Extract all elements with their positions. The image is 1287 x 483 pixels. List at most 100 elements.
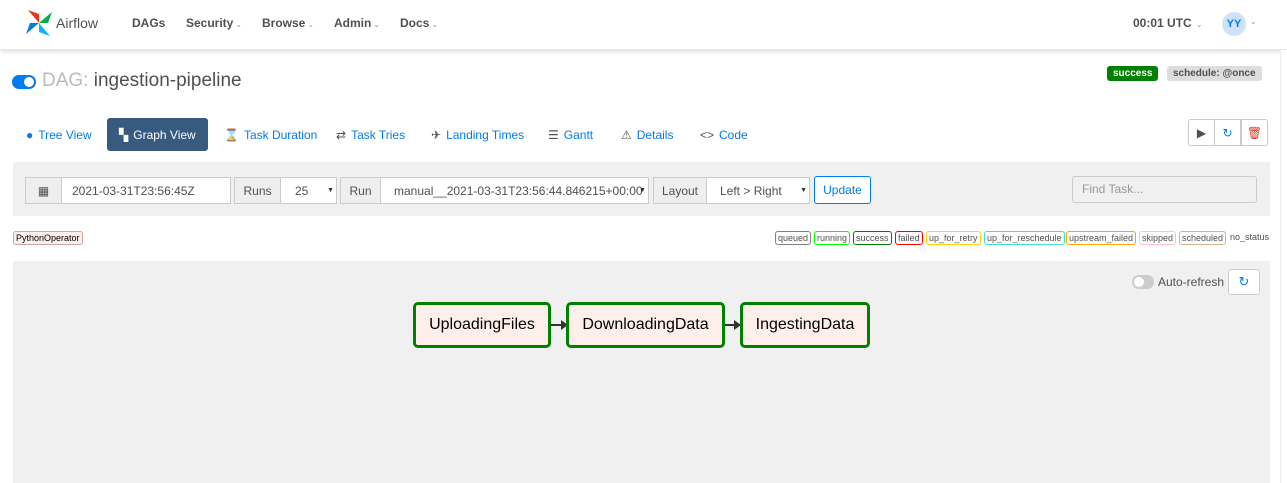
caret-down-icon: ▼ — [800, 187, 807, 194]
status-badge: success — [1107, 66, 1159, 81]
warning-triangle-icon: ⚠ — [621, 127, 632, 142]
graph-refresh-button[interactable]: ↻ — [1228, 269, 1260, 295]
state-legend-success: success — [853, 231, 892, 245]
task-node-downloadingdata[interactable]: DownloadingData — [566, 302, 725, 348]
chevron-down-icon: ⌄ — [373, 20, 381, 29]
utc-time: 00:01 UTC — [1133, 16, 1192, 30]
top-navbar: Airflow DAGs Security ⌄ Browse ⌄ Admin ⌄ Do… — [0, 0, 1287, 50]
state-legend-running: running — [814, 231, 851, 245]
nav-docs[interactable]: Docs ⌄ — [400, 16, 438, 30]
task-edge — [725, 324, 734, 326]
state-legend-up-for-retry: up_for_retry — [926, 231, 981, 245]
tree-icon: ● — [26, 127, 34, 142]
page-title: DAG: ingestion-pipeline — [42, 70, 242, 92]
base-date-input[interactable]: 2021-03-31T23:56:45Z — [61, 177, 231, 204]
delete-dag-button[interactable]: 🗑 — [1241, 119, 1268, 146]
runs-value: 25 — [295, 183, 309, 198]
auto-refresh-label: Auto-refresh — [1158, 275, 1225, 289]
layout-label-text: Layout — [661, 183, 699, 198]
run-select[interactable]: manual__2021-03-31T23:56:44.846215+00:00… — [380, 177, 649, 204]
tab-label: Gantt — [563, 127, 594, 142]
nav-admin[interactable]: Admin ⌄ — [334, 16, 380, 30]
chevron-down-icon[interactable]: ⌄ — [1250, 17, 1257, 26]
run-label: Run — [340, 177, 381, 204]
refresh-icon: ↻ — [1222, 125, 1233, 140]
layout-value: Left > Right — [720, 183, 782, 198]
nav-browse[interactable]: Browse ⌄ — [262, 16, 314, 30]
dag-prefix: DAG: — [42, 70, 89, 91]
tab-label: Code — [719, 127, 748, 142]
runs-label-text: Runs — [243, 183, 272, 198]
tab-label: Graph View — [133, 127, 196, 142]
state-legend-failed: failed — [895, 231, 923, 245]
nav-browse-label: Browse — [262, 16, 306, 30]
brand-name: Airflow — [56, 15, 99, 31]
gantt-icon: ☰ — [548, 127, 559, 142]
tab-label: Task Tries — [351, 127, 406, 142]
runs-label: Runs — [234, 177, 281, 204]
base-date-value: 2021-03-31T23:56:45Z — [72, 183, 195, 198]
chevron-down-icon: ⌄ — [307, 20, 315, 29]
dag-pause-toggle[interactable] — [12, 75, 36, 89]
task-node-uploadingfiles[interactable]: UploadingFiles — [413, 302, 551, 348]
calendar-button[interactable]: ▦ — [25, 177, 62, 204]
refresh-icon: ↻ — [1238, 274, 1250, 289]
tab-label: Details — [636, 127, 674, 142]
dag-name: ingestion-pipeline — [93, 70, 242, 91]
tab-label: Tree View — [38, 127, 92, 142]
tab-gantt[interactable]: ☰ Gantt — [536, 118, 605, 151]
chevron-down-icon: ⌄ — [235, 20, 243, 29]
schedule-badge: schedule: @once — [1167, 66, 1262, 81]
landing-icon: ✈ — [431, 127, 442, 142]
chevron-down-icon: ⌄ — [1193, 20, 1203, 29]
tab-details[interactable]: ⚠ Details — [609, 118, 685, 151]
graph-icon: ▚ — [119, 127, 129, 142]
graph-canvas[interactable] — [13, 261, 1270, 483]
run-value: manual__2021-03-31T23:56:44.846215+00:00 — [394, 183, 643, 198]
layout-label: Layout — [653, 177, 707, 204]
nav-dags[interactable]: DAGs — [132, 16, 165, 30]
task-edge — [551, 324, 561, 326]
tab-label: Landing Times — [446, 127, 525, 142]
user-avatar[interactable]: YY — [1222, 12, 1246, 36]
airflow-brand[interactable]: Airflow — [24, 8, 98, 38]
repeat-icon: ⇄ — [336, 127, 347, 142]
tab-code[interactable]: <> Code — [688, 118, 760, 151]
tab-task-tries[interactable]: ⇄ Task Tries — [324, 118, 417, 151]
auto-refresh-toggle[interactable] — [1132, 275, 1154, 289]
tab-landing-times[interactable]: ✈ Landing Times — [419, 118, 536, 151]
layout-select[interactable]: Left > Right ▼ — [706, 177, 810, 204]
trigger-dag-button[interactable]: ▶ — [1188, 119, 1215, 146]
airflow-logo-icon — [26, 10, 52, 36]
caret-down-icon: ▼ — [639, 187, 646, 194]
hourglass-icon: ⌛ — [224, 127, 239, 142]
operator-legend: PythonOperator — [13, 231, 83, 245]
caret-down-icon: ▼ — [327, 187, 334, 194]
tab-task-duration[interactable]: ⌛ Task Duration — [212, 118, 329, 151]
nav-admin-label: Admin — [334, 16, 372, 30]
page-scrollbar[interactable] — [1280, 50, 1287, 483]
timezone-dropdown[interactable]: 00:01 UTC ⌄ — [1133, 16, 1203, 30]
state-legend-no-status: no_status — [1230, 232, 1270, 242]
state-legend-up-for-reschedule: up_for_reschedule — [984, 231, 1065, 245]
runs-select[interactable]: 25 ▼ — [280, 177, 337, 204]
find-task-input[interactable]: Find Task... — [1072, 176, 1257, 203]
play-icon: ▶ — [1196, 125, 1207, 140]
tab-tree-view[interactable]: ● Tree View — [14, 118, 104, 151]
refresh-dag-button[interactable]: ↻ — [1214, 119, 1241, 146]
tab-graph-view[interactable]: ▚ Graph View — [107, 118, 208, 151]
state-legend-upstream-failed: upstream_failed — [1066, 231, 1137, 245]
nav-security-label: Security — [186, 16, 234, 30]
state-legend-skipped: skipped — [1139, 231, 1177, 245]
chevron-down-icon: ⌄ — [431, 20, 439, 29]
code-icon: <> — [700, 127, 715, 142]
update-button[interactable]: Update — [814, 176, 871, 204]
calendar-icon: ▦ — [37, 183, 50, 198]
task-node-ingestingdata[interactable]: IngestingData — [740, 302, 870, 348]
nav-dags-label: DAGs — [132, 16, 166, 30]
nav-security[interactable]: Security ⌄ — [186, 16, 242, 30]
state-legend-scheduled: scheduled — [1179, 231, 1227, 245]
nav-docs-label: Docs — [400, 16, 430, 30]
state-legend-queued: queued — [775, 231, 812, 245]
trash-icon: 🗑 — [1246, 125, 1263, 140]
